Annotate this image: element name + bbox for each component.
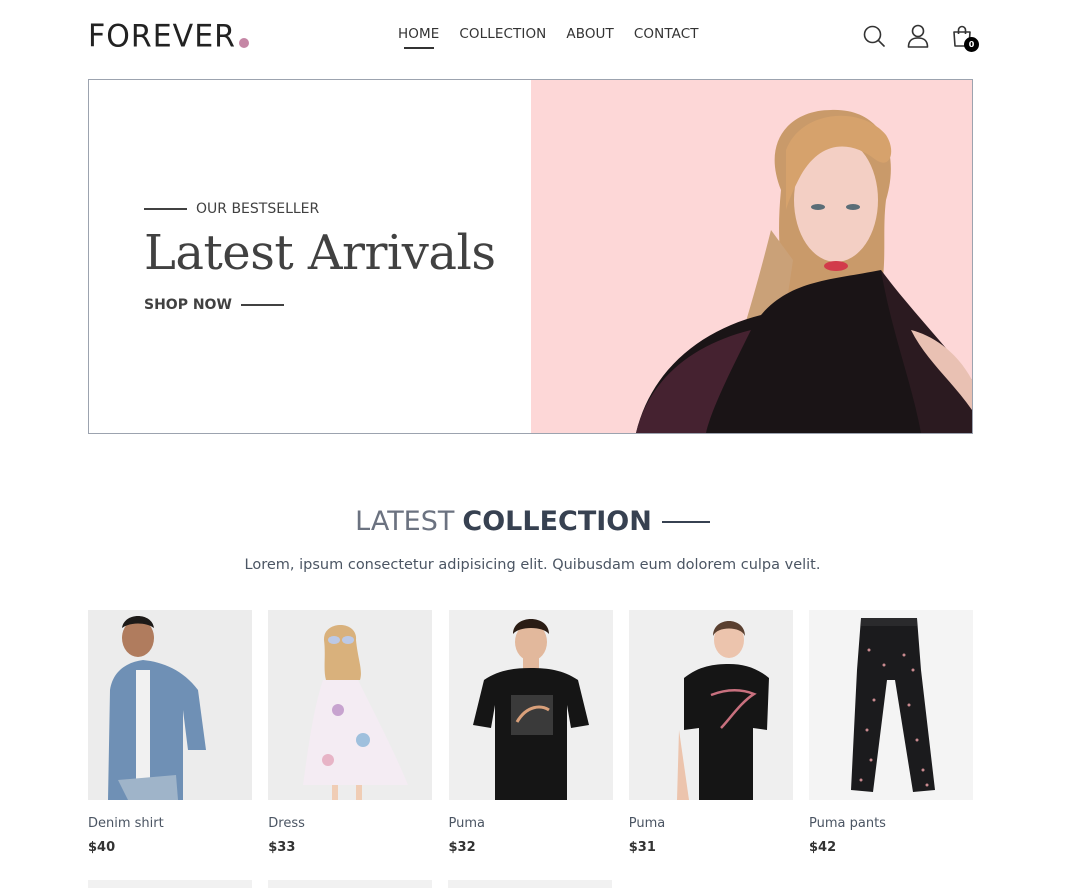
search-icon[interactable] xyxy=(863,24,885,48)
eyebrow-line xyxy=(144,208,187,210)
nav-contact[interactable]: CONTACT xyxy=(634,26,699,49)
product-card[interactable]: Dress $33 xyxy=(268,610,433,855)
collection-title-light: LATEST xyxy=(355,506,455,537)
product-image[interactable] xyxy=(628,610,793,800)
product-price: $33 xyxy=(268,840,296,855)
hero-text-panel: OUR BESTSELLER Latest Arrivals SHOP NOW xyxy=(89,80,531,433)
product-image[interactable] xyxy=(268,880,432,888)
product-card[interactable]: Denim shirt $40 xyxy=(88,610,252,855)
product-grid: Denim shirt $40 Dress $33 Puma $32 Puma … xyxy=(88,610,973,855)
product-image[interactable] xyxy=(88,880,252,888)
nav-home-label: HOME xyxy=(398,26,440,42)
product-price: $40 xyxy=(88,840,116,855)
product-image[interactable] xyxy=(88,610,252,800)
hero-eyebrow: OUR BESTSELLER xyxy=(144,201,319,217)
hero-banner: OUR BESTSELLER Latest Arrivals SHOP NOW xyxy=(88,79,973,434)
nav-about[interactable]: ABOUT xyxy=(566,26,614,49)
product-card[interactable]: Puma pants $42 xyxy=(809,610,973,855)
product-image[interactable] xyxy=(448,610,613,800)
product-name: Dress xyxy=(268,816,305,831)
product-name: Puma xyxy=(448,816,485,831)
logo-text: FOREVER xyxy=(88,18,236,55)
product-price: $31 xyxy=(628,840,656,855)
profile-icon[interactable] xyxy=(907,24,929,48)
product-name: Puma xyxy=(628,816,666,831)
product-price: $32 xyxy=(448,840,476,855)
product-image[interactable] xyxy=(809,610,973,800)
shop-now-line xyxy=(240,304,284,306)
logo-dot xyxy=(239,38,249,48)
product-name: Puma pants xyxy=(809,816,886,831)
header-icons: 0 xyxy=(863,24,979,52)
product-card[interactable]: Puma $32 xyxy=(448,610,613,855)
nav-home[interactable]: HOME xyxy=(398,26,439,49)
product-image[interactable] xyxy=(268,610,433,800)
product-image[interactable] xyxy=(448,880,612,888)
main-nav: HOME COLLECTION ABOUT CONTACT xyxy=(398,26,699,49)
site-header: FOREVER HOME COLLECTION ABOUT CONTACT 0 xyxy=(88,0,979,80)
hero-model-illustration xyxy=(636,109,972,433)
nav-contact-label: CONTACT xyxy=(633,26,699,42)
product-card[interactable]: Puma $31 xyxy=(628,610,793,855)
product-grid-row-2 xyxy=(88,880,973,888)
collection-title-line xyxy=(661,520,710,523)
cart-icon[interactable]: 0 xyxy=(951,24,979,52)
hero-title: Latest Arrivals xyxy=(144,225,496,281)
collection-title-bold: COLLECTION xyxy=(462,506,652,537)
hero-image xyxy=(531,80,972,433)
shop-now-link[interactable]: SHOP NOW xyxy=(144,297,284,313)
product-price: $42 xyxy=(809,840,837,855)
nav-collection-label: COLLECTION xyxy=(459,26,547,42)
collection-subtitle: Lorem, ipsum consectetur adipisicing eli… xyxy=(244,557,821,573)
cart-count-badge: 0 xyxy=(964,37,979,52)
nav-collection[interactable]: COLLECTION xyxy=(459,26,546,49)
product-name: Denim shirt xyxy=(88,816,164,831)
collection-title: LATEST COLLECTION xyxy=(0,506,1065,537)
eyebrow-text: OUR BESTSELLER xyxy=(196,201,320,217)
nav-about-label: ABOUT xyxy=(566,26,614,42)
logo[interactable]: FOREVER xyxy=(88,18,249,54)
nav-active-underline xyxy=(403,47,434,49)
shop-now-label: SHOP NOW xyxy=(144,297,232,313)
